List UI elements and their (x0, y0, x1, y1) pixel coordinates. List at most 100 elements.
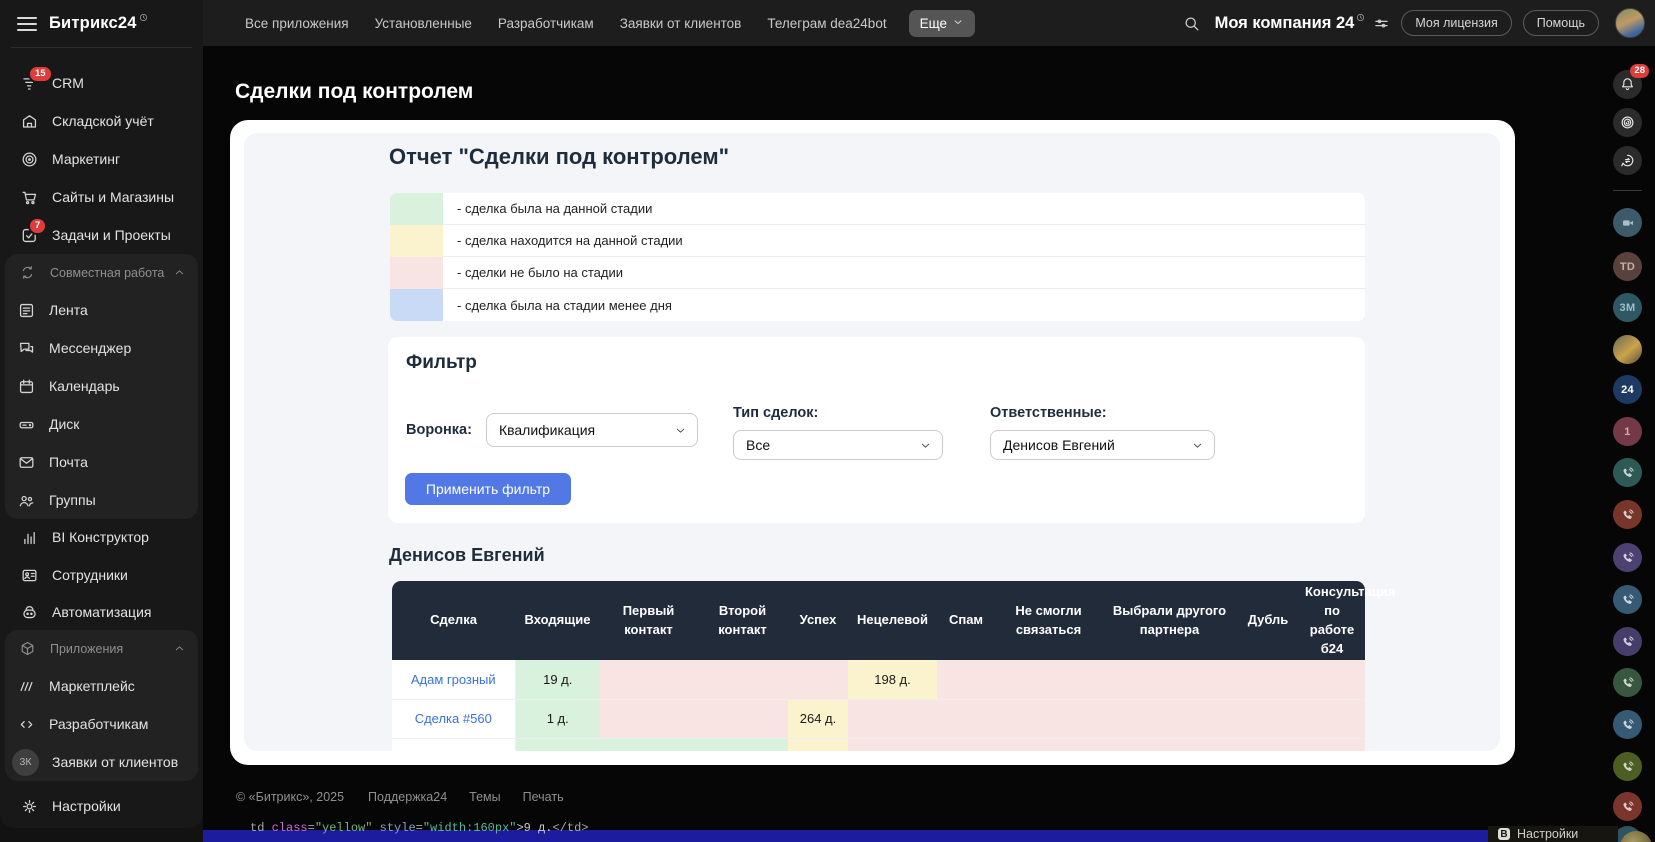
stage-cell-yellow (788, 738, 848, 751)
topbar-nav-телеграм-dea24bot[interactable]: Телеграм dea24bot (767, 16, 886, 31)
page-title: Сделки под контролем (235, 80, 473, 104)
stage-cell-pink (1299, 699, 1365, 738)
sidebar-group-header-приложения[interactable]: Приложения (5, 630, 198, 667)
rail-phone-call-icon[interactable] (1613, 627, 1642, 656)
topbar-nav-разработчикам[interactable]: Разработчикам (498, 16, 594, 31)
sidebar-group-header-совместная-работа[interactable]: Совместная работа (5, 254, 198, 291)
help-button[interactable]: Помощь (1523, 10, 1599, 36)
deal-type-filter-group: Тип сделок: Все (733, 405, 943, 460)
rail-avatar-24[interactable]: 24 (1613, 375, 1642, 404)
responsible-select[interactable]: Денисов Евгений (990, 430, 1215, 460)
sidebar-item-мессенджер[interactable]: Мессенджер (5, 329, 198, 367)
topbar-nav-заявки-от-клиентов[interactable]: Заявки от клиентов (620, 16, 742, 31)
user-avatar[interactable] (1615, 8, 1645, 38)
sliders-icon[interactable] (1373, 15, 1390, 32)
rail-avatar-3m[interactable]: 3M (1613, 293, 1642, 322)
deal-type-select[interactable]: Все (733, 430, 943, 460)
report-card: Отчет "Сделки под контролем" - сделка бы… (230, 120, 1515, 765)
sidebar-item-автоматизация[interactable]: Автоматизация (8, 593, 195, 631)
sidebar-item-маркетплейс[interactable]: Маркетплейс (5, 667, 198, 705)
sidebar-item-label: Мессенджер (49, 340, 131, 356)
sidebar-item-маркетинг[interactable]: Маркетинг (8, 140, 195, 178)
sidebar-item-складской-учёт[interactable]: Складской учёт (8, 102, 195, 140)
table-header-row: СделкаВходящиеПервый контактВторой конта… (392, 581, 1365, 660)
sidebar-item-задачи-и-проекты[interactable]: 7Задачи и Проекты (8, 216, 195, 254)
license-button[interactable]: Моя лицензия (1401, 10, 1511, 36)
sidebar-item-разработчикам[interactable]: Разработчикам (5, 705, 198, 743)
chat-sync-icon[interactable] (1613, 146, 1642, 175)
column-header-входящие: Входящие (515, 581, 600, 660)
legend-label: - сделки не было на стадии (443, 257, 1365, 289)
sidebar-item-календарь[interactable]: Календарь (5, 367, 198, 405)
column-header-второй-контакт: Второй контакт (697, 581, 788, 660)
column-header-выбрали-другого-партнера: Выбрали другого партнера (1102, 581, 1237, 660)
rail-video-call-icon[interactable] (1613, 208, 1642, 237)
copilot-spiral-icon[interactable] (1613, 108, 1642, 137)
background-settings-window[interactable]: B Настройки (1488, 826, 1618, 842)
stage-cell-pink (697, 660, 788, 699)
sidebar-item-label: Лента (49, 302, 88, 318)
calendar-icon (16, 376, 36, 396)
automation-icon (19, 602, 39, 622)
sidebar-item-группы[interactable]: Группы (5, 481, 198, 519)
rail-phone-call-icon[interactable] (1613, 500, 1642, 529)
bitrix-b-logo: B (1498, 828, 1510, 840)
rail-phone-call-icon[interactable] (1613, 458, 1642, 487)
column-header-первый-контакт: Первый контакт (600, 581, 697, 660)
app-logo: Битрикс24 (49, 14, 137, 33)
3k-circle-badge: 3К (12, 749, 39, 776)
sidebar-item-label: CRM (52, 75, 84, 91)
sidebar-item-заявки-от-клиентов[interactable]: 3КЗаявки от клиентов (5, 743, 198, 781)
sidebar-item-почта[interactable]: Почта (5, 443, 198, 481)
notifications-bell-icon[interactable]: 28 (1613, 70, 1642, 99)
rail-avatar-1[interactable]: 1 (1613, 417, 1642, 446)
stage-cell-green: 1 д. (515, 699, 600, 738)
sidebar-item-лента[interactable]: Лента (5, 291, 198, 329)
legend-row: - сделка находится на данной стадии (390, 225, 1365, 257)
rail-phone-call-icon[interactable] (1613, 752, 1642, 781)
sidebar-item-bi-конструктор[interactable]: BI Конструктор (8, 518, 195, 556)
legend-label: - сделка находится на данной стадии (443, 225, 1365, 257)
code-segment: </td> (553, 821, 589, 834)
menu-hamburger-icon[interactable] (17, 17, 37, 31)
topbar: Все приложения Установленные Разработчикам… (203, 0, 1655, 46)
sidebar-item-crm[interactable]: 15CRM (8, 64, 195, 102)
sidebar-item-сайты-и-магазины[interactable]: Сайты и Магазины (8, 178, 195, 216)
rail-phone-call-icon[interactable] (1613, 585, 1642, 614)
apply-filter-button[interactable]: Применить фильтр (405, 473, 571, 505)
more-button[interactable]: Еще (909, 10, 975, 37)
topbar-nav: Все приложения Установленные Разработчикам… (203, 16, 887, 31)
sidebar-panel: Битрикс24 15CRMСкладской учётМаркетингСа… (0, 0, 203, 828)
feed-icon (16, 300, 36, 320)
deal-type-value: Все (746, 437, 770, 453)
sidebar-item-label: Настройки (52, 798, 121, 814)
column-header-нецелевой: Нецелевой (848, 581, 937, 660)
footer-link-поддержка24[interactable]: Поддержка24 (368, 790, 447, 804)
deal-link-сделка-#560[interactable]: Сделка #560 (415, 711, 492, 726)
legend-label: - сделка была на стадии менее дня (443, 289, 1365, 321)
stage-cell-pink (995, 660, 1102, 699)
topbar-nav-установленные[interactable]: Установленные (375, 16, 472, 31)
messenger-icon (16, 338, 36, 358)
rail-avatar-photo[interactable] (1613, 335, 1642, 364)
deal-link-адам-грозный[interactable]: Адам грозный (411, 672, 496, 687)
search-icon[interactable] (1182, 14, 1201, 33)
notification-badge: 7 (28, 217, 47, 235)
sidebar-item-диск[interactable]: Диск (5, 405, 198, 443)
rail-avatar-td[interactable]: TD (1613, 252, 1642, 281)
sidebar-item-сотрудники[interactable]: Сотрудники (8, 556, 195, 594)
topbar-nav-все-приложения[interactable]: Все приложения (245, 16, 349, 31)
sidebar-item-настройки[interactable]: Настройки (8, 787, 195, 825)
funnel-value: Квалификация (499, 422, 595, 438)
rail-phone-call-icon[interactable] (1613, 792, 1642, 821)
footer-link-печать[interactable]: Печать (523, 790, 564, 804)
stage-cell-yellow: 198 д. (848, 660, 937, 699)
stage-cell-pink (1237, 699, 1299, 738)
funnel-select[interactable]: Квалификация (486, 413, 698, 447)
rail-phone-call-icon[interactable] (1613, 710, 1642, 739)
sidebar-group-совместная-работа: Совместная работа Лента Мессенджер Календар… (5, 254, 198, 519)
rail-phone-call-icon[interactable] (1613, 668, 1642, 697)
company-name[interactable]: Моя компания 24 (1215, 14, 1355, 33)
rail-phone-call-icon[interactable] (1613, 543, 1642, 572)
footer-link-темы[interactable]: Темы (469, 790, 500, 804)
